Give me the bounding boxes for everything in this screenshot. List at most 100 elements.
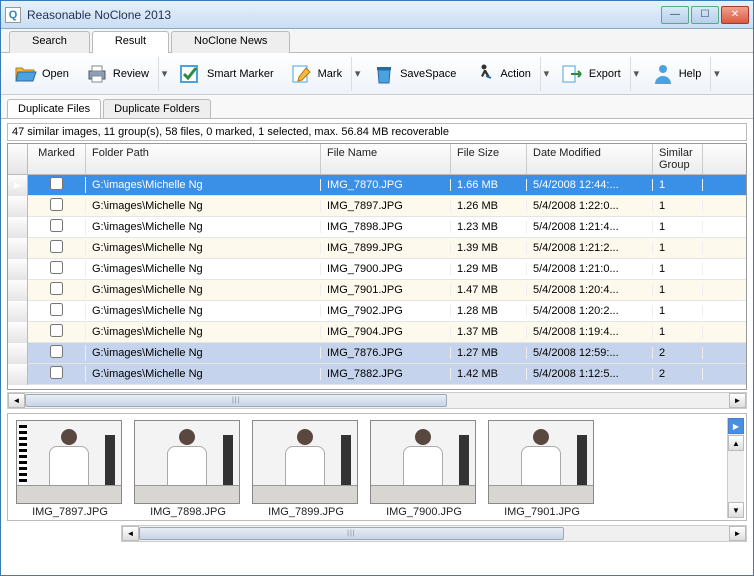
tab-duplicate-folders[interactable]: Duplicate Folders: [103, 99, 211, 118]
thumbnail[interactable]: IMG_7901.JPG: [488, 420, 596, 518]
mark-checkbox[interactable]: [50, 324, 63, 337]
row-indicator: [8, 238, 28, 259]
col-date-modified[interactable]: Date Modified: [527, 144, 653, 174]
cell-file-size: 1.29 MB: [451, 263, 527, 275]
action-dropdown[interactable]: ▾: [540, 57, 552, 91]
col-similar-group[interactable]: Similar Group: [653, 144, 703, 174]
mark-dropdown[interactable]: ▾: [351, 57, 363, 91]
thumb-scroll-thumb[interactable]: |||: [139, 527, 564, 540]
tab-noclone-news[interactable]: NoClone News: [171, 31, 290, 53]
table-row[interactable]: G:\images\Michelle NgIMG_7882.JPG1.42 MB…: [8, 364, 746, 385]
thumbnail-caption: IMG_7900.JPG: [370, 506, 478, 518]
cell-date-modified: 5/4/2008 1:21:2...: [527, 242, 653, 254]
table-row[interactable]: G:\images\Michelle NgIMG_7899.JPG1.39 MB…: [8, 238, 746, 259]
row-indicator: [8, 280, 28, 301]
mark-checkbox[interactable]: [50, 177, 63, 190]
mark-button[interactable]: Mark: [283, 57, 349, 91]
titlebar[interactable]: Q Reasonable NoClone 2013 — ☐ ✕: [1, 1, 753, 29]
savespace-button[interactable]: SaveSpace: [365, 57, 463, 91]
thumb-hscrollbar[interactable]: ◄ ||| ►: [121, 525, 747, 542]
trash-icon: [372, 62, 396, 86]
cell-marked[interactable]: [28, 366, 86, 382]
cell-marked[interactable]: [28, 345, 86, 361]
tab-search[interactable]: Search: [9, 31, 90, 53]
export-label: Export: [589, 68, 621, 80]
table-row[interactable]: ▶G:\images\Michelle NgIMG_7870.JPG1.66 M…: [8, 175, 746, 196]
cell-file-name: IMG_7899.JPG: [321, 242, 451, 254]
scroll-right-icon[interactable]: ►: [729, 393, 746, 408]
action-label: Action: [500, 68, 531, 80]
thumbnail-image: [488, 420, 594, 504]
cell-date-modified: 5/4/2008 1:21:0...: [527, 263, 653, 275]
grid-body: ▶G:\images\Michelle NgIMG_7870.JPG1.66 M…: [8, 175, 746, 389]
review-dropdown[interactable]: ▾: [158, 57, 170, 91]
thumbnail[interactable]: IMG_7899.JPG: [252, 420, 360, 518]
thumbnail[interactable]: IMG_7898.JPG: [134, 420, 242, 518]
table-row[interactable]: G:\images\Michelle NgIMG_7901.JPG1.47 MB…: [8, 280, 746, 301]
thumbnail-strip: IMG_7897.JPGIMG_7898.JPGIMG_7899.JPG IMG_…: [10, 418, 727, 518]
thumbnail[interactable]: IMG_7897.JPG: [16, 420, 124, 518]
mark-checkbox[interactable]: [50, 345, 63, 358]
open-label: Open: [42, 68, 69, 80]
cell-file-name: IMG_7897.JPG: [321, 200, 451, 212]
cell-marked[interactable]: [28, 198, 86, 214]
thumb-scroll-down-icon[interactable]: ▼: [728, 502, 744, 518]
slideshow-play-icon[interactable]: ▶: [728, 418, 744, 434]
tab-result[interactable]: Result: [92, 31, 169, 53]
thumb-scroll-left-icon[interactable]: ◄: [122, 526, 139, 541]
cell-file-name: IMG_7876.JPG: [321, 347, 451, 359]
export-dropdown[interactable]: ▾: [630, 57, 642, 91]
cell-folder-path: G:\images\Michelle Ng: [86, 284, 321, 296]
cell-marked[interactable]: [28, 219, 86, 235]
table-row[interactable]: G:\images\Michelle NgIMG_7897.JPG1.26 MB…: [8, 196, 746, 217]
cell-file-size: 1.42 MB: [451, 368, 527, 380]
mark-checkbox[interactable]: [50, 219, 63, 232]
mark-checkbox[interactable]: [50, 303, 63, 316]
table-row[interactable]: G:\images\Michelle NgIMG_7904.JPG1.37 MB…: [8, 322, 746, 343]
col-marked[interactable]: Marked: [28, 144, 86, 174]
maximize-button[interactable]: ☐: [691, 6, 719, 24]
col-file-name[interactable]: File Name: [321, 144, 451, 174]
smart-marker-button[interactable]: Smart Marker: [172, 57, 281, 91]
minimize-button[interactable]: —: [661, 6, 689, 24]
export-icon: [561, 62, 585, 86]
mark-checkbox[interactable]: [50, 282, 63, 295]
thumb-scroll-up-icon[interactable]: ▲: [728, 435, 744, 451]
help-button[interactable]: Help: [644, 57, 709, 91]
open-button[interactable]: Open: [7, 57, 76, 91]
cell-marked[interactable]: [28, 303, 86, 319]
table-row[interactable]: G:\images\Michelle NgIMG_7876.JPG1.27 MB…: [8, 343, 746, 364]
review-button[interactable]: Review: [78, 57, 156, 91]
tab-duplicate-files[interactable]: Duplicate Files: [7, 99, 101, 118]
grid-hscrollbar[interactable]: ◄ ||| ►: [7, 392, 747, 409]
action-button[interactable]: Action: [465, 57, 538, 91]
mark-checkbox[interactable]: [50, 240, 63, 253]
help-dropdown[interactable]: ▾: [710, 57, 722, 91]
thumbnail[interactable]: IMG_7900.JPG: [370, 420, 478, 518]
cell-marked[interactable]: [28, 324, 86, 340]
close-button[interactable]: ✕: [721, 6, 749, 24]
thumb-scroll-right-icon[interactable]: ►: [729, 526, 746, 541]
cell-marked[interactable]: [28, 282, 86, 298]
cell-date-modified: 5/4/2008 12:59:...: [527, 347, 653, 359]
thumb-vscrollbar[interactable]: ▶ ▲ ▼: [727, 418, 744, 518]
review-label: Review: [113, 68, 149, 80]
col-folder-path[interactable]: Folder Path: [86, 144, 321, 174]
scroll-thumb[interactable]: |||: [25, 394, 447, 407]
col-file-size[interactable]: File Size: [451, 144, 527, 174]
scroll-left-icon[interactable]: ◄: [8, 393, 25, 408]
cell-marked[interactable]: [28, 261, 86, 277]
mark-checkbox[interactable]: [50, 261, 63, 274]
table-row[interactable]: G:\images\Michelle NgIMG_7900.JPG1.29 MB…: [8, 259, 746, 280]
cell-marked[interactable]: [28, 177, 86, 193]
main-tabs: Search Result NoClone News: [1, 29, 753, 53]
cell-marked[interactable]: [28, 240, 86, 256]
export-button[interactable]: Export: [554, 57, 628, 91]
mark-checkbox[interactable]: [50, 198, 63, 211]
row-header-corner: [8, 144, 28, 174]
edit-icon: [290, 62, 314, 86]
table-row[interactable]: G:\images\Michelle NgIMG_7898.JPG1.23 MB…: [8, 217, 746, 238]
cell-folder-path: G:\images\Michelle Ng: [86, 179, 321, 191]
mark-checkbox[interactable]: [50, 366, 63, 379]
table-row[interactable]: G:\images\Michelle NgIMG_7902.JPG1.28 MB…: [8, 301, 746, 322]
